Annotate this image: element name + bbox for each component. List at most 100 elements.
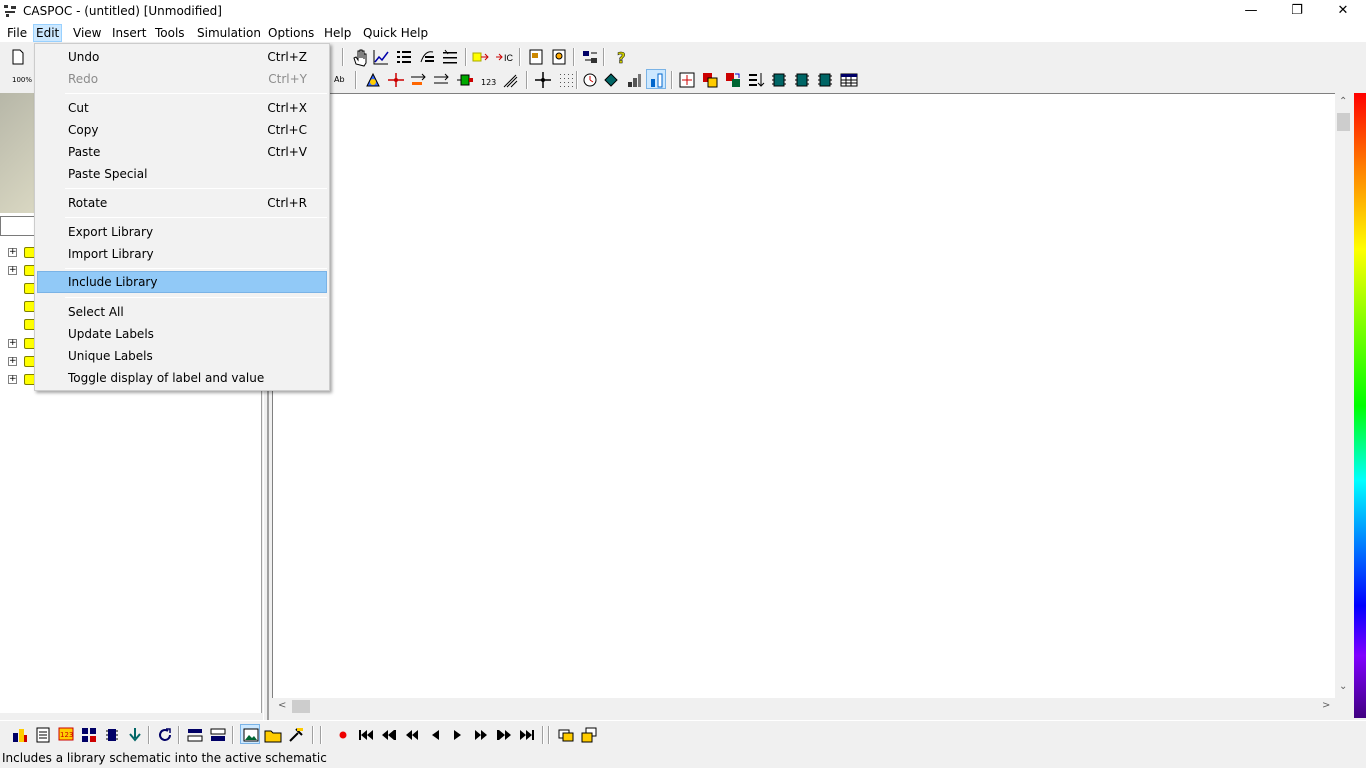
shapes-button[interactable] — [700, 70, 720, 90]
fast-forward-button[interactable] — [494, 725, 514, 745]
step-back-button[interactable] — [425, 725, 445, 745]
wire-button[interactable] — [409, 70, 429, 90]
window-tile-button[interactable] — [579, 725, 599, 745]
folder-open-button[interactable] — [263, 725, 283, 745]
chip-settings-button[interactable] — [102, 725, 122, 745]
library-button[interactable] — [526, 47, 546, 67]
vertical-scroll-thumb[interactable] — [1337, 113, 1350, 131]
menu-quick-help[interactable]: Quick Help — [361, 24, 430, 42]
scroll-down-icon[interactable]: ⌄ — [1339, 681, 1347, 692]
menu-help[interactable]: Help — [322, 24, 353, 42]
window-cascade-button[interactable] — [556, 725, 576, 745]
voltage-source-button[interactable] — [363, 70, 383, 90]
scroll-up-icon[interactable]: ⌃ — [1339, 96, 1347, 107]
level-button[interactable] — [624, 70, 644, 90]
scroll-right-icon[interactable]: > — [1322, 700, 1330, 711]
report-button[interactable] — [33, 725, 53, 745]
export-button[interactable] — [185, 725, 205, 745]
tools-button[interactable] — [286, 725, 306, 745]
menu-item-export-library[interactable]: Export Library — [37, 221, 327, 243]
menu-item-select-all[interactable]: Select All — [37, 301, 327, 323]
menu-item-redo[interactable]: Redo Ctrl+Y — [37, 68, 327, 90]
zoom-level-button[interactable]: 100% — [10, 70, 32, 90]
minimize-button[interactable]: — — [1228, 0, 1274, 22]
maximize-button[interactable]: ❐ — [1274, 0, 1320, 22]
paint-button[interactable] — [601, 70, 621, 90]
menu-item-copy[interactable]: Copy Ctrl+C — [37, 119, 327, 141]
close-button[interactable]: ✕ — [1320, 0, 1366, 22]
toolbar-separator — [603, 48, 605, 66]
menu-item-update-labels[interactable]: Update Labels — [37, 323, 327, 345]
grid-button[interactable] — [556, 70, 576, 90]
fast-rewind-button[interactable] — [379, 725, 399, 745]
expand-icon[interactable]: + — [8, 339, 17, 348]
forward-button[interactable] — [471, 725, 491, 745]
image-button[interactable] — [240, 724, 260, 744]
import-button[interactable] — [208, 725, 228, 745]
record-button[interactable] — [333, 725, 353, 745]
chip-button-1[interactable] — [769, 70, 789, 90]
go-to-end-button[interactable] — [517, 725, 537, 745]
move-button[interactable] — [723, 70, 743, 90]
node-button[interactable] — [386, 70, 406, 90]
menu-item-import-library[interactable]: Import Library — [37, 243, 327, 265]
chip-button-3[interactable] — [815, 70, 835, 90]
vertical-scrollbar[interactable]: ⌃ ⌄ — [1335, 93, 1352, 698]
go-to-start-button[interactable] — [356, 725, 376, 745]
parameters-button[interactable] — [440, 47, 460, 67]
menu-item-paste-special[interactable]: Paste Special — [37, 163, 327, 185]
zoom-fit-button[interactable] — [677, 70, 697, 90]
step-in-button[interactable] — [471, 47, 491, 67]
menu-item-toggle-label-value[interactable]: Toggle display of label and value — [37, 367, 327, 389]
menu-item-undo[interactable]: Undo Ctrl+Z — [37, 46, 327, 68]
rewind-button[interactable] — [402, 725, 422, 745]
scroll-left-icon[interactable]: < — [278, 700, 286, 711]
pan-tool-button[interactable] — [350, 47, 370, 67]
refresh-button[interactable] — [155, 725, 175, 745]
expand-icon[interactable]: + — [8, 357, 17, 366]
play-button[interactable] — [448, 725, 468, 745]
menu-tools[interactable]: Tools — [153, 24, 187, 42]
bus-button[interactable] — [432, 70, 452, 90]
menu-item-include-library[interactable]: Include Library — [37, 271, 327, 293]
menu-edit[interactable]: Edit — [33, 24, 63, 42]
table-button[interactable] — [839, 70, 859, 90]
probe-button[interactable] — [501, 70, 521, 90]
crosshair-button[interactable] — [533, 70, 553, 90]
chip-button-2[interactable] — [792, 70, 812, 90]
text-tool-button[interactable]: Ab — [333, 70, 353, 90]
block-button[interactable] — [455, 70, 475, 90]
grid-view-button[interactable] — [79, 725, 99, 745]
menu-item-paste[interactable]: Paste Ctrl+V — [37, 141, 327, 163]
counter-button[interactable]: 123 — [478, 70, 498, 90]
menu-file[interactable]: File — [5, 24, 29, 42]
menu-item-unique-labels[interactable]: Unique Labels — [37, 345, 327, 367]
expand-icon[interactable]: + — [8, 248, 17, 257]
timer-button[interactable] — [580, 70, 600, 90]
scope-button[interactable] — [371, 47, 391, 67]
chip-icon — [795, 73, 809, 87]
horizontal-scrollbar[interactable]: < > — [272, 698, 1335, 715]
list-button[interactable] — [394, 47, 414, 67]
menu-options[interactable]: Options — [266, 24, 316, 42]
expand-icon[interactable]: + — [8, 375, 17, 384]
menu-view[interactable]: View — [71, 24, 103, 42]
menu-insert[interactable]: Insert — [110, 24, 148, 42]
sort-button[interactable] — [746, 70, 766, 90]
download-button[interactable] — [125, 725, 145, 745]
new-file-button[interactable] — [8, 47, 28, 67]
run-button[interactable] — [10, 725, 30, 745]
ic-button[interactable]: IC — [494, 47, 514, 67]
menu-item-rotate[interactable]: Rotate Ctrl+R — [37, 192, 327, 214]
numeric-display-button[interactable]: 123 — [56, 725, 76, 745]
horizontal-scroll-thumb[interactable] — [292, 700, 310, 713]
schematic-canvas[interactable] — [272, 93, 1335, 698]
properties-button[interactable] — [417, 47, 437, 67]
expand-icon[interactable]: + — [8, 266, 17, 275]
meter-button[interactable] — [646, 69, 666, 89]
menu-item-cut[interactable]: Cut Ctrl+X — [37, 97, 327, 119]
help-button[interactable]: ? — [611, 47, 631, 67]
swap-button[interactable] — [580, 47, 600, 67]
component-button[interactable] — [549, 47, 569, 67]
menu-simulation[interactable]: Simulation — [195, 24, 263, 42]
